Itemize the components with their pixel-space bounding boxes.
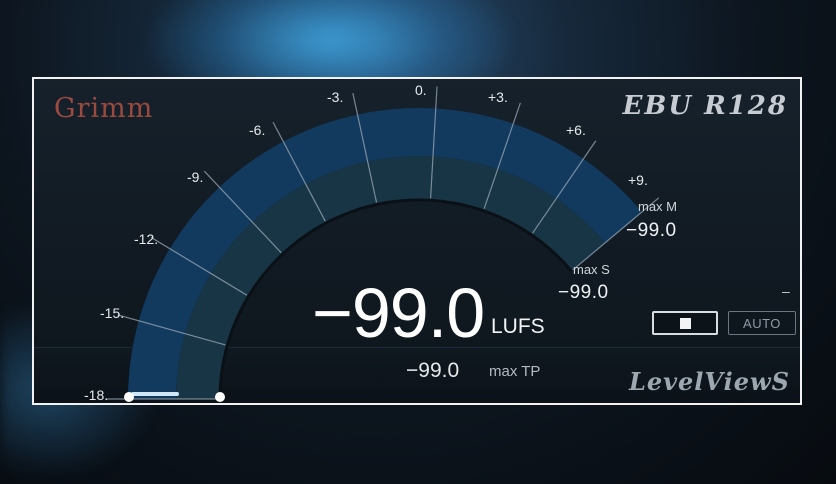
gauge-tick-label: -3. <box>327 89 344 105</box>
max-tp-label: max TP <box>489 363 541 380</box>
stop-reset-button[interactable] <box>652 311 718 335</box>
gauge-tick-label: -18. <box>84 387 109 403</box>
gauge-tick-label: -15. <box>100 305 125 321</box>
gauge-tick-label: -12. <box>134 231 159 247</box>
loudness-meter-plugin: Grimm EBU R128 LevelViewS -18. -15. -12.… <box>32 77 802 405</box>
gauge-tick-label: +9. <box>628 172 648 188</box>
auto-button[interactable]: AUTO <box>728 311 796 335</box>
stop-square-icon <box>679 317 691 329</box>
gauge-start-dot-inner <box>215 392 225 402</box>
brand-logo: Grimm <box>54 93 154 124</box>
max-m-label: max M <box>638 199 677 214</box>
gauge-tick-label: +3. <box>488 89 508 105</box>
gauge-tick-label: -9. <box>187 169 204 185</box>
gauge-tick-label: +6. <box>566 122 586 138</box>
product-logo: LevelViewS <box>628 367 790 396</box>
integrated-loudness-unit: LUFS <box>491 315 545 338</box>
integrated-loudness-value: −99.0 <box>312 274 485 352</box>
max-s-value: −99.0 <box>558 282 609 303</box>
gauge-tick-label: 0. <box>415 82 427 98</box>
gauge-start-dot-outer <box>124 392 134 402</box>
max-m-value: −99.0 <box>626 220 677 241</box>
max-tp-value: −99.0 <box>406 359 460 382</box>
standard-title: EBU R128 <box>622 91 788 121</box>
side-readout-dash: – <box>782 283 790 299</box>
gauge-tick-label: -6. <box>249 122 266 138</box>
max-s-label: max S <box>573 262 610 277</box>
